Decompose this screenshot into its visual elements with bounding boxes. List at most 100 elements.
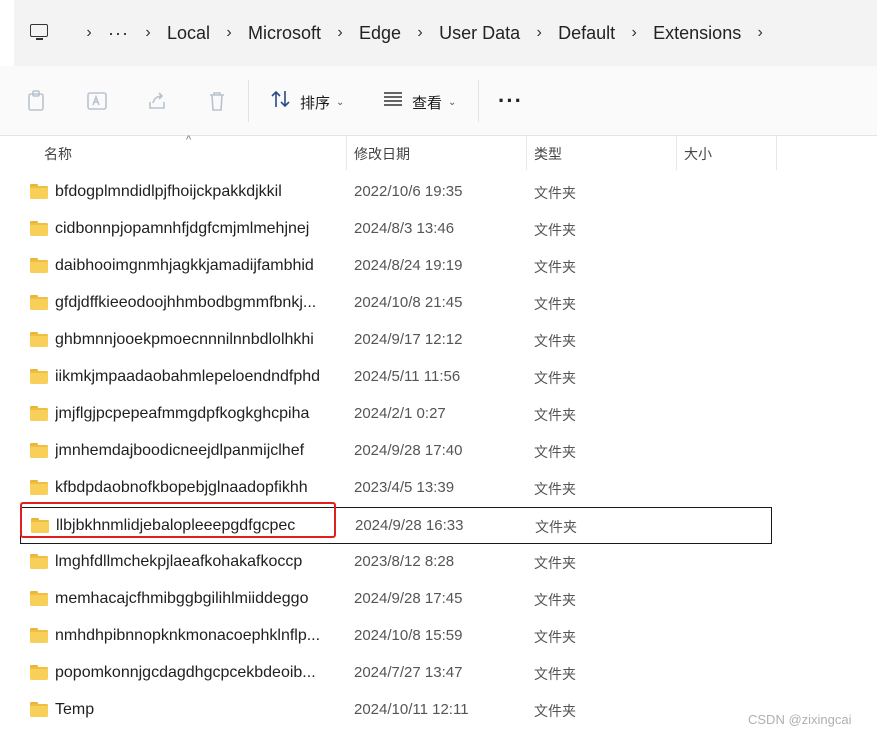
file-name: nmhdhpibnnopknkmonacoephklnflp... [55, 627, 321, 644]
file-type: 文件夹 [534, 407, 576, 423]
file-date: 2022/10/6 19:35 [354, 183, 463, 200]
file-type: 文件夹 [534, 629, 576, 645]
chevron-right-icon[interactable]: › [615, 24, 653, 42]
sort-button[interactable]: 排序 ⌄ [270, 90, 344, 114]
folder-icon [30, 480, 48, 495]
more-options-button[interactable]: ··· [498, 88, 523, 114]
folder-icon [30, 332, 48, 347]
column-header-row: ^ 名称 修改日期 类型 大小 [0, 134, 877, 170]
chevron-right-icon[interactable]: › [401, 24, 439, 42]
breadcrumb-item-microsoft[interactable]: Microsoft [248, 23, 321, 44]
file-row[interactable]: Temp 2024/10/11 12:11 文件夹 [20, 692, 772, 729]
file-name: jmjflgjpcpepeafmmgdpfkogkghcpiha [55, 405, 310, 422]
sort-label: 排序 [300, 94, 331, 112]
file-type: 文件夹 [534, 185, 576, 201]
this-pc-icon[interactable] [30, 24, 52, 42]
chevron-right-icon[interactable]: › [321, 24, 359, 42]
file-date: 2024/8/24 19:19 [354, 257, 463, 274]
file-name: gfdjdffkieeodoojhhmbodbgmmfbnkj... [55, 294, 317, 311]
folder-icon [30, 184, 48, 199]
toolbar-divider [248, 80, 249, 122]
chevron-right-icon[interactable]: › [520, 24, 558, 42]
rename-icon[interactable] [86, 90, 108, 112]
sort-icon [270, 89, 292, 115]
file-row[interactable]: lmghfdllmchekpjlaeafkohakafkoccp 2023/8/1… [20, 544, 772, 581]
sort-ascending-icon: ^ [186, 134, 192, 146]
column-divider[interactable] [776, 136, 777, 170]
file-type: 文件夹 [534, 666, 576, 682]
breadcrumb-overflow-button[interactable]: ··· [108, 23, 129, 44]
file-date: 2024/2/1 0:27 [354, 405, 446, 422]
file-name: bfdogplmndidlpjfhoijckpakkdjkkil [55, 183, 282, 200]
file-name: memhacajcfhmibggbgilihlmiiddeggo [55, 590, 309, 607]
file-row[interactable]: jmjflgjpcpepeafmmgdpfkogkghcpiha 2024/2/1… [20, 396, 772, 433]
file-name: cidbonnpjopamnhfjdgfcmjmlmehjnej [55, 220, 310, 237]
file-row[interactable]: gfdjdffkieeodoojhhmbodbgmmfbnkj... 2024/1… [20, 285, 772, 322]
file-name: Temp [55, 701, 95, 718]
file-type: 文件夹 [534, 592, 576, 608]
file-row[interactable]: cidbonnpjopamnhfjdgfcmjmlmehjnej 2024/8/3… [20, 211, 772, 248]
file-row[interactable]: memhacajcfhmibggbgilihlmiiddeggo 2024/9/2… [20, 581, 772, 618]
file-type: 文件夹 [534, 444, 576, 460]
file-type: 文件夹 [534, 259, 576, 275]
highlight-annotation [20, 502, 336, 538]
folder-icon [30, 665, 48, 680]
chevron-right-icon[interactable]: › [210, 24, 248, 42]
file-date: 2024/9/28 16:33 [355, 517, 464, 534]
file-row[interactable]: iikmkjmpaadaobahmlepeloendndfphd 2024/5/1… [20, 359, 772, 396]
column-divider[interactable] [676, 136, 677, 170]
folder-icon [30, 443, 48, 458]
address-bar[interactable]: › ··· › Local › Microsoft › Edge › User … [14, 0, 877, 66]
file-date: 2023/4/5 13:39 [354, 479, 455, 496]
file-date: 2023/8/12 8:28 [354, 553, 455, 570]
file-row[interactable]: popomkonnjgcdagdhgcpcekbdeoib... 2024/7/2… [20, 655, 772, 692]
file-row[interactable]: daibhooimgnmhjagkkjamadijfambhid 2024/8/2… [20, 248, 772, 285]
file-date: 2024/10/8 15:59 [354, 627, 463, 644]
file-row[interactable]: bfdogplmndidlpjfhoijckpakkdjkkil 2022/10/… [20, 174, 772, 211]
column-divider[interactable] [346, 136, 347, 170]
view-button[interactable]: 查看 ⌄ [382, 90, 456, 114]
breadcrumb-item-user-data[interactable]: User Data [439, 23, 520, 44]
chevron-right-icon[interactable]: › [70, 24, 108, 42]
file-date: 2024/10/11 12:11 [354, 701, 469, 718]
view-icon [382, 90, 404, 114]
file-date: 2024/9/17 12:12 [354, 331, 463, 348]
folder-icon [30, 295, 48, 310]
column-divider[interactable] [526, 136, 527, 170]
share-icon[interactable] [146, 90, 168, 112]
breadcrumb-item-extensions[interactable]: Extensions [653, 23, 741, 44]
chevron-right-icon[interactable]: › [741, 24, 779, 42]
file-name: lmghfdllmchekpjlaeafkohakafkoccp [55, 553, 303, 570]
column-header-name[interactable]: 名称 [44, 144, 72, 164]
file-row[interactable]: jmnhemdajboodicneejdlpanmijclhef 2024/9/2… [20, 433, 772, 470]
file-type: 文件夹 [534, 370, 576, 386]
breadcrumb-item-default[interactable]: Default [558, 23, 615, 44]
file-name: popomkonnjgcdagdhgcpcekbdeoib... [55, 664, 316, 681]
command-bar: 排序 ⌄ 查看 ⌄ ··· [0, 66, 877, 136]
column-header-date[interactable]: 修改日期 [354, 144, 410, 164]
delete-icon[interactable] [206, 90, 228, 112]
file-row[interactable]: nmhdhpibnnopknkmonacoephklnflp... 2024/10… [20, 618, 772, 655]
chevron-down-icon: ⌄ [448, 96, 457, 108]
file-date: 2024/7/27 13:47 [354, 664, 463, 681]
file-name: iikmkjmpaadaobahmlepeloendndfphd [55, 368, 321, 385]
folder-icon [30, 258, 48, 273]
breadcrumb-item-edge[interactable]: Edge [359, 23, 401, 44]
file-type: 文件夹 [534, 555, 576, 571]
file-name: ghbmnnjooekpmoecnnnilnnbdlolhkhi [55, 331, 314, 348]
chevron-down-icon: ⌄ [336, 96, 345, 108]
chevron-right-icon[interactable]: › [129, 24, 167, 42]
file-name: jmnhemdajboodicneejdlpanmijclhef [55, 442, 305, 459]
file-row[interactable]: ghbmnnjooekpmoecnnnilnnbdlolhkhi 2024/9/1… [20, 322, 772, 359]
paste-icon[interactable] [26, 90, 48, 112]
file-type: 文件夹 [534, 333, 576, 349]
file-type: 文件夹 [534, 296, 576, 312]
column-header-type[interactable]: 类型 [534, 144, 562, 164]
file-type: 文件夹 [534, 481, 576, 497]
file-date: 2024/8/3 13:46 [354, 220, 455, 237]
breadcrumb-item-local[interactable]: Local [167, 23, 210, 44]
folder-icon [30, 628, 48, 643]
column-header-size[interactable]: 大小 [684, 144, 712, 164]
view-label: 查看 [412, 94, 443, 112]
folder-icon [30, 369, 48, 384]
